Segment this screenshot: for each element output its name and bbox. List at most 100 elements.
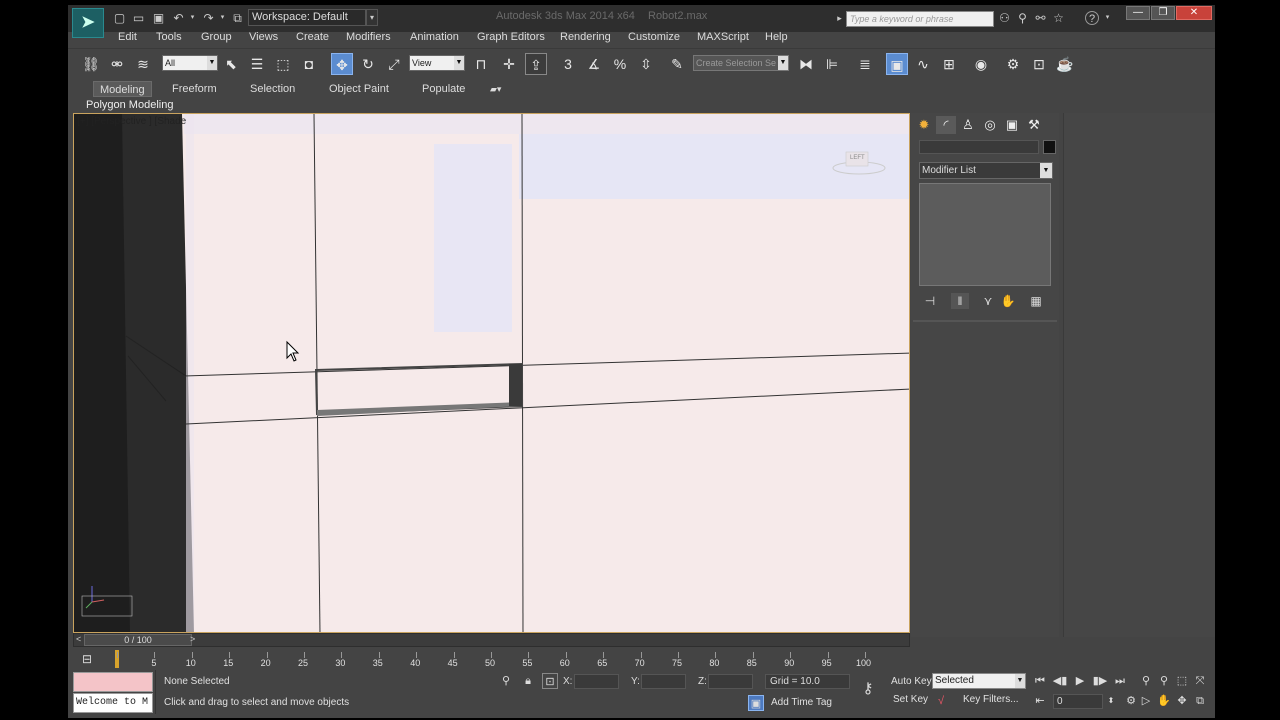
next-frame-icon[interactable]: ▮▶ (1092, 673, 1108, 689)
tab-freeform[interactable]: Freeform (166, 81, 223, 97)
named-selection-dropdown[interactable]: Create Selection Se ▼ (693, 55, 789, 71)
reference-coordinate-dropdown[interactable]: View ▼ (409, 55, 465, 71)
menu-edit[interactable]: Edit (118, 31, 137, 43)
search-input[interactable]: Type a keyword or phrase (846, 11, 994, 27)
time-tag-icon[interactable]: ▣ (748, 695, 764, 711)
object-color-swatch[interactable] (1043, 140, 1056, 154)
ribbon-panel-label[interactable]: Polygon Modeling (86, 99, 173, 111)
zoom-icon[interactable]: ⚲ (1138, 673, 1154, 689)
time-slider-next-icon[interactable]: > (190, 634, 195, 644)
zoom-extents-all-icon[interactable]: ⤧ (1192, 673, 1208, 689)
x-coord-field[interactable] (574, 674, 619, 689)
key-mode-dropdown[interactable]: Selected ▼ (932, 673, 1026, 689)
menu-customize[interactable]: Customize (628, 31, 680, 43)
tab-object-paint[interactable]: Object Paint (323, 81, 395, 97)
set-keys-key-icon[interactable]: ⚷ (856, 681, 880, 697)
redo-dropdown-icon[interactable]: ▾ (215, 11, 230, 25)
undo-dropdown-icon[interactable]: ▾ (185, 11, 200, 25)
make-unique-icon[interactable]: ⋎ (979, 293, 997, 309)
orbit-icon[interactable]: ✥ (1174, 693, 1190, 709)
maximize-viewport-icon[interactable]: ⧉ (1192, 693, 1208, 709)
help-dropdown-icon[interactable]: ▾ (1100, 11, 1115, 25)
pivot-center-icon[interactable]: ⊓ (470, 53, 492, 75)
edit-named-selection-icon[interactable]: ✎ (666, 53, 688, 75)
graphite-ribbon-icon[interactable]: ▣ (886, 53, 908, 75)
selection-lock-icon[interactable]: 🔒︎ (520, 673, 536, 689)
menu-create[interactable]: Create (296, 31, 329, 43)
time-configuration-icon[interactable]: ⚙ (1123, 693, 1139, 709)
open-file-icon[interactable]: ▭ (131, 11, 146, 25)
go-to-end-icon[interactable]: ⏭ (1112, 673, 1128, 689)
isolate-selection-icon[interactable]: ⚲ (498, 673, 514, 689)
menu-views[interactable]: Views (249, 31, 278, 43)
app-logo-icon[interactable]: ➤ (72, 8, 104, 38)
create-tab-icon[interactable]: ✹ (914, 116, 934, 134)
menu-graph-editors[interactable]: Graph Editors (477, 31, 545, 43)
maxscript-mini-input[interactable]: Welcome to M (73, 693, 153, 713)
unlink-icon[interactable]: ⚮ (106, 53, 128, 75)
select-by-name-icon[interactable]: ☰ (246, 53, 268, 75)
select-manipulate-icon[interactable]: ✛ (498, 53, 520, 75)
tab-modeling[interactable]: Modeling (93, 81, 152, 97)
window-crossing-icon[interactable]: ◘ (298, 53, 320, 75)
utilities-tab-icon[interactable]: ⚒ (1024, 116, 1044, 134)
rendered-frame-window-icon[interactable]: ⊡ (1028, 53, 1050, 75)
modifier-stack[interactable] (919, 183, 1051, 286)
absolute-mode-icon[interactable]: ⊡ (542, 673, 558, 689)
zoom-extents-icon[interactable]: ⬚ (1174, 673, 1190, 689)
menu-animation[interactable]: Animation (410, 31, 459, 43)
object-name-field[interactable] (919, 140, 1039, 154)
layer-manager-icon[interactable]: ≣ (854, 53, 876, 75)
add-time-tag-button[interactable]: Add Time Tag (771, 697, 832, 708)
motion-tab-icon[interactable]: ◎ (980, 116, 1000, 134)
set-key-button[interactable]: Set Key (893, 694, 928, 705)
time-slider-thumb[interactable]: 0 / 100 (84, 634, 192, 646)
modify-tab-icon[interactable]: ◜ (936, 116, 956, 134)
pin-stack-icon[interactable]: ⊣ (921, 293, 939, 309)
menu-help[interactable]: Help (765, 31, 788, 43)
select-and-rotate-icon[interactable]: ↻ (357, 53, 379, 75)
ribbon-options-icon[interactable]: ▰▾ (484, 81, 507, 97)
workspace-arrow-icon[interactable]: ▾ (366, 9, 378, 26)
render-production-icon[interactable]: ☕ (1054, 53, 1076, 75)
angle-snap-icon[interactable]: ∡ (583, 53, 605, 75)
select-object-icon[interactable]: ⬉ (220, 53, 242, 75)
auto-key-button[interactable]: Auto Key (891, 676, 932, 687)
favorites-star-icon[interactable]: ☆ (1051, 11, 1066, 25)
show-end-result-icon[interactable]: ‖ (951, 293, 969, 309)
material-editor-icon[interactable]: ◉ (970, 53, 992, 75)
menu-tools[interactable]: Tools (156, 31, 182, 43)
time-slider-prev-icon[interactable]: < (76, 634, 81, 644)
workspace-dropdown[interactable]: Workspace: Default (248, 9, 366, 26)
viewport-label[interactable]: [+] [Perspective ] [Shade (77, 116, 186, 127)
tab-populate[interactable]: Populate (416, 81, 471, 97)
modifier-list-dropdown[interactable]: Modifier List ▼ (919, 162, 1053, 179)
current-frame-field[interactable]: 0 (1053, 694, 1103, 709)
subscription-icon[interactable]: ⚯ (1033, 11, 1048, 25)
play-icon[interactable]: ▶ (1072, 673, 1088, 689)
curve-editor-icon[interactable]: ∿ (912, 53, 934, 75)
display-tab-icon[interactable]: ▣ (1002, 116, 1022, 134)
time-slider[interactable]: < 0 / 100 > (73, 633, 910, 647)
search-icon[interactable]: ⚲ (1015, 11, 1030, 25)
percent-snap-icon[interactable]: % (609, 53, 631, 75)
previous-frame-icon[interactable]: ◀▮ (1052, 673, 1068, 689)
tab-selection[interactable]: Selection (244, 81, 301, 97)
snaps-toggle-icon[interactable]: 3 (557, 53, 579, 75)
maximize-button[interactable]: ❐ (1151, 6, 1175, 20)
save-file-icon[interactable]: ▣ (151, 11, 166, 25)
menu-maxscript[interactable]: MAXScript (697, 31, 749, 43)
selection-filter-dropdown[interactable]: All ▼ (162, 55, 218, 71)
mirror-icon[interactable]: ⧓ (795, 53, 817, 75)
remove-modifier-icon[interactable]: ✋ (999, 293, 1017, 309)
close-button[interactable]: ✕ (1176, 6, 1212, 20)
configure-modifier-sets-icon[interactable]: ▦ (1027, 293, 1045, 309)
field-of-view-icon[interactable]: ▷ (1138, 693, 1154, 709)
key-mode-toggle-icon[interactable]: ⇤ (1032, 693, 1048, 709)
y-coord-field[interactable] (641, 674, 686, 689)
project-folder-icon[interactable]: ⧉ (230, 11, 245, 25)
pan-view-icon[interactable]: ✋ (1156, 693, 1172, 709)
redo-icon[interactable]: ↷ (201, 11, 216, 25)
perspective-viewport[interactable]: [+] [Perspective ] [Shade LEFT (73, 113, 910, 633)
schematic-view-icon[interactable]: ⊞ (938, 53, 960, 75)
